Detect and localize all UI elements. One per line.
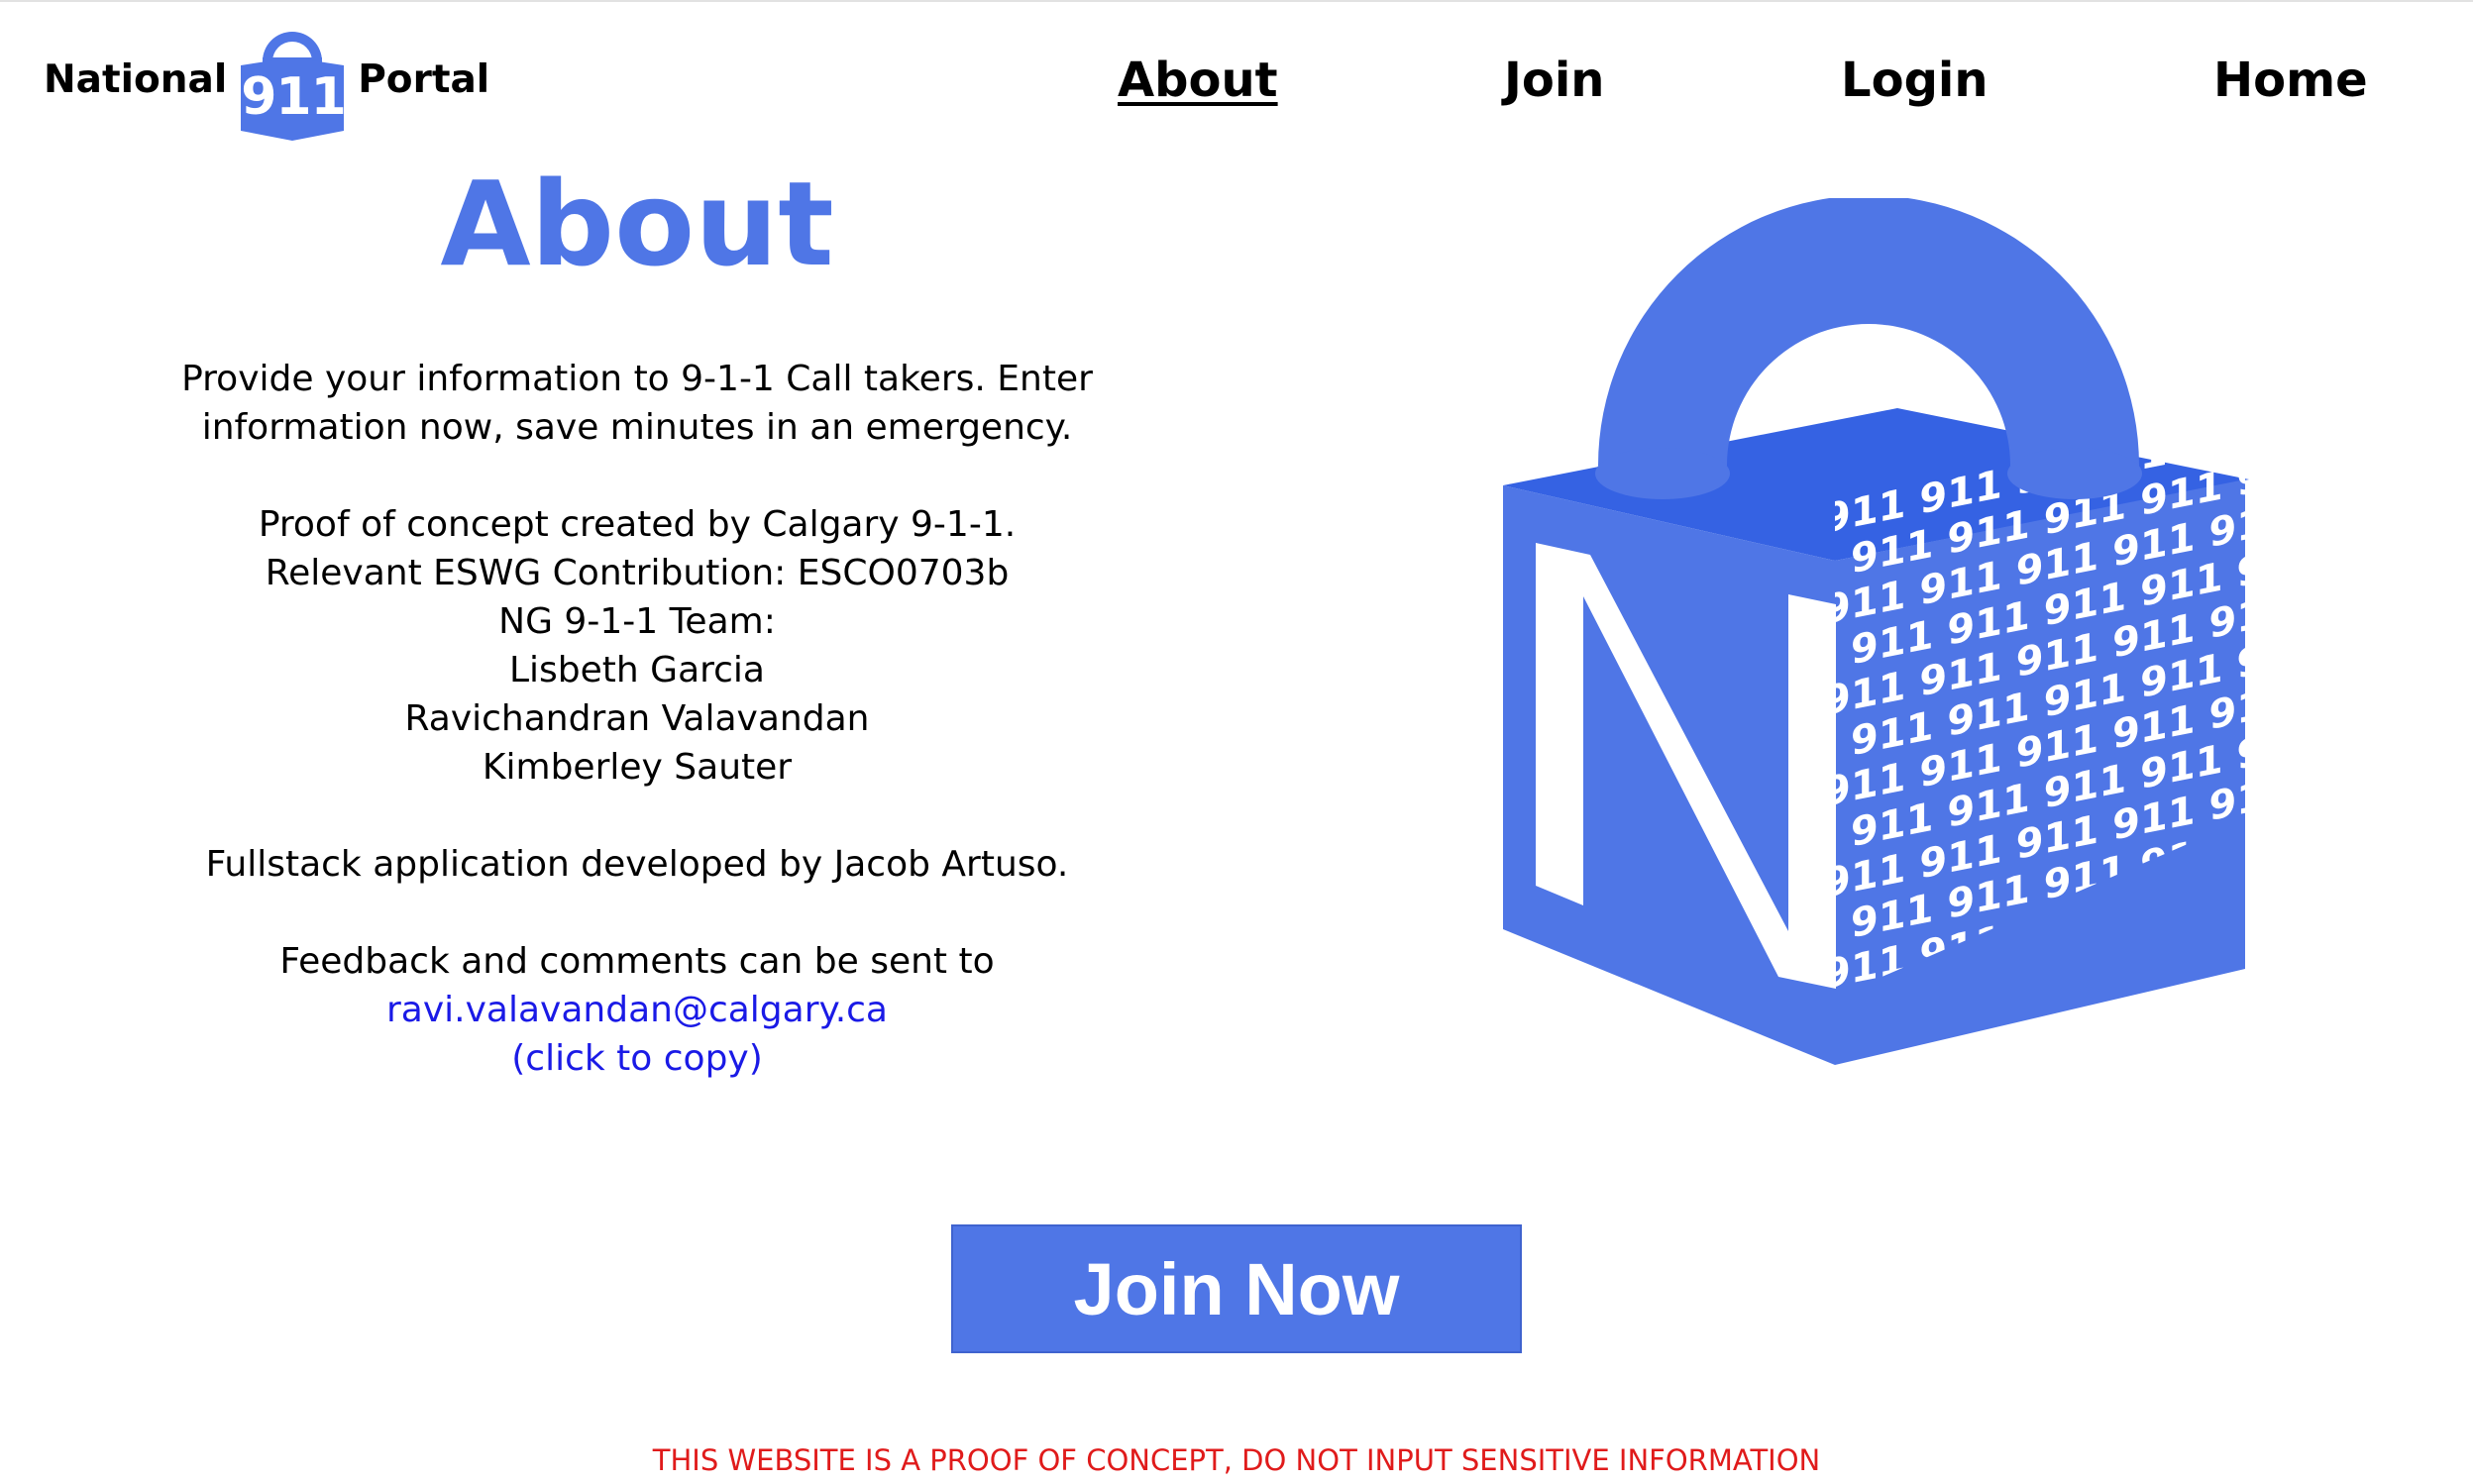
site-logo[interactable]: National 911 Portal [44,12,489,141]
credit-line: NG 9-1-1 Team: [498,601,776,642]
intro-line: Provide your information to 9-1-1 Call t… [181,359,1093,399]
copy-email-hint[interactable]: (click to copy) [0,1034,1274,1083]
nav-join[interactable]: Join [1504,53,1604,108]
developer-line: Fullstack application developed by Jacob… [205,844,1069,885]
logo-word-national: National [44,57,228,102]
about-developer: Fullstack application developed by Jacob… [0,840,1274,889]
feedback-email-link[interactable]: ravi.valavandan@calgary.ca [0,986,1274,1034]
top-border [0,0,2473,2]
about-feedback: Feedback and comments can be sent to rav… [0,937,1274,1083]
credit-line: Proof of concept created by Calgary 9-1-… [258,504,1017,545]
about-intro: Provide your information to 9-1-1 Call t… [0,355,1274,452]
credit-line: Relevant ESWG Contribution: ESCO0703b [265,553,1010,593]
proof-of-concept-warning: THIS WEBSITE IS A PROOF OF CONCEPT, DO N… [652,1443,1821,1477]
about-credits: Proof of concept created by Calgary 9-1-… [0,500,1274,792]
team-member: Ravichandran Valavandan [404,698,870,739]
nav-home[interactable]: Home [2213,53,2368,108]
logo-word-portal: Portal [358,57,490,102]
padlock-cube-illustration: 911 911 911 911 911 911 911 911 911 911 … [1496,195,2249,1070]
team-member: Kimberley Sauter [482,747,793,788]
page-title: About [440,156,834,292]
nav-about[interactable]: About [1118,53,1278,108]
nav-login[interactable]: Login [1841,53,1989,108]
logo-number: 911 [241,67,347,127]
feedback-text: Feedback and comments can be sent to [279,941,995,982]
join-now-button[interactable]: Join Now [951,1224,1522,1353]
team-member: Lisbeth Garcia [508,650,765,690]
intro-line: information now, save minutes in an emer… [201,407,1073,448]
padlock-logo-icon: 911 [241,22,347,141]
